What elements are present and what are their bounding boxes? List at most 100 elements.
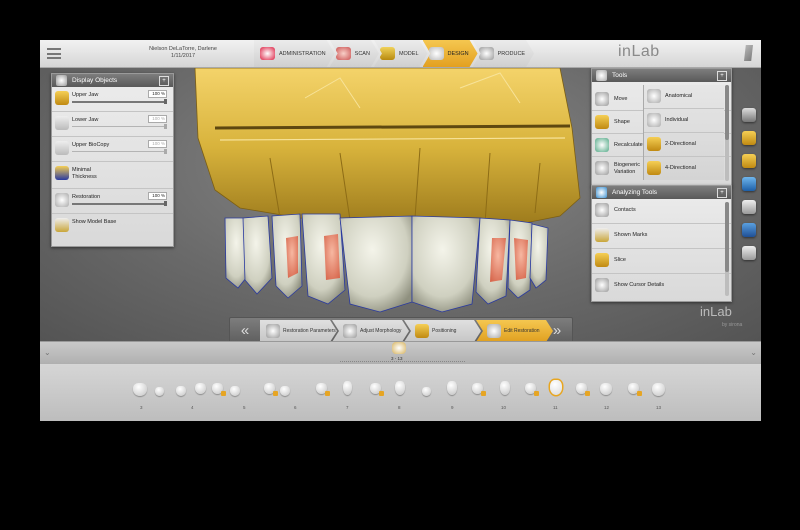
tooth-number: 12 xyxy=(604,405,610,410)
tooth-13-icon[interactable] xyxy=(628,383,642,396)
positioning-icon xyxy=(415,324,429,338)
step-model[interactable]: MODEL xyxy=(374,40,428,67)
display-row-upper-jaw[interactable]: Upper Jaw 100 % xyxy=(52,87,173,112)
opacity-field[interactable]: 100 % xyxy=(148,140,167,148)
restoration-teeth xyxy=(224,213,549,313)
tooth-4b-icon[interactable] xyxy=(195,383,206,394)
upper-biocopy-icon[interactable] xyxy=(55,141,69,155)
model-base-icon[interactable] xyxy=(55,218,69,232)
minimal-thickness-icon[interactable] xyxy=(55,166,69,180)
wizard-next-button[interactable]: » xyxy=(546,321,568,341)
submenu-individual[interactable]: Individual xyxy=(644,109,724,133)
analysis-icon[interactable] xyxy=(742,177,756,191)
tooth-6-icon[interactable] xyxy=(264,383,278,396)
tooth-8-icon[interactable] xyxy=(370,383,384,396)
recalculate-icon xyxy=(595,138,609,152)
edit-tools-icon[interactable] xyxy=(742,131,756,145)
tools-panel: Tools + Move Shape Recalculate Biogeneri… xyxy=(591,68,732,187)
panel-title: Analyzing Tools xyxy=(612,189,658,196)
analyze-shown-marks[interactable]: Shown Marks xyxy=(592,224,731,249)
cursor-details-icon xyxy=(595,278,609,292)
tool-label: Slice xyxy=(614,257,626,263)
display-objects-panel: Display Objects + Upper Jaw 100 % Lower … xyxy=(51,73,174,247)
pin-icon[interactable]: + xyxy=(717,71,727,81)
tooth-3-icon[interactable] xyxy=(133,383,147,396)
pin-icon[interactable]: + xyxy=(717,188,727,198)
wizard-step-positioning[interactable]: Positioning xyxy=(404,320,481,341)
tooth-11b-icon[interactable] xyxy=(525,383,539,396)
tooth-3b-icon[interactable] xyxy=(155,387,164,396)
display-label: Upper BioCopy xyxy=(72,142,110,148)
tooth-7b-icon[interactable] xyxy=(343,381,352,395)
step-label: DESIGN xyxy=(447,50,469,57)
tooth-4c-icon[interactable] xyxy=(212,383,226,396)
tooth-8b-icon[interactable] xyxy=(395,381,405,395)
step-administration[interactable]: ADMINISTRATION xyxy=(254,40,335,67)
tools-scrollbar[interactable] xyxy=(725,85,729,181)
model-tools-icon[interactable] xyxy=(742,200,756,214)
restoration-view-icon[interactable] xyxy=(742,154,756,168)
display-label: Upper Jaw xyxy=(72,92,99,98)
pin-icon[interactable]: + xyxy=(159,76,169,86)
analyze-slice[interactable]: Slice xyxy=(592,249,731,274)
opacity-slider[interactable] xyxy=(72,201,167,206)
opacity-field[interactable]: 100 % xyxy=(148,90,167,98)
display-objects-header: Display Objects + xyxy=(52,74,173,87)
tooth-12-icon[interactable] xyxy=(576,383,590,396)
patient-date: 1/11/2017 xyxy=(170,53,196,59)
opacity-slider[interactable] xyxy=(72,124,167,129)
lower-jaw-icon[interactable] xyxy=(55,116,69,130)
submenu-2-directional[interactable]: 2-Directional xyxy=(644,133,724,157)
catalog-icon[interactable] xyxy=(742,246,756,260)
menu-icon[interactable] xyxy=(47,48,61,59)
analyze-cursor-details[interactable]: Show Cursor Details xyxy=(592,274,731,298)
analyzing-scrollbar[interactable] xyxy=(725,202,729,296)
submenu-anatomical[interactable]: Anatomical xyxy=(644,85,724,109)
tooth-12b-icon[interactable] xyxy=(600,383,612,395)
display-row-restoration[interactable]: Restoration 100 % xyxy=(52,189,173,214)
3d-viewport[interactable]: Display Objects + Upper Jaw 100 % Lower … xyxy=(40,68,761,341)
collapse-left-icon[interactable]: ⌄ xyxy=(44,348,51,357)
tooth-10b-icon[interactable] xyxy=(500,381,510,395)
submenu-4-directional[interactable]: 4-Directional xyxy=(644,157,724,180)
wizard-step-adjust-morphology[interactable]: Adjust Morphology xyxy=(332,320,409,341)
opacity-slider[interactable] xyxy=(72,99,167,104)
display-row-minimal-thickness[interactable]: Minimal Thickness xyxy=(52,162,173,189)
wizard-prev-button[interactable]: « xyxy=(234,321,256,341)
tooth-number: 9 xyxy=(451,405,454,410)
analyzing-tools-header: Analyzing Tools + xyxy=(592,186,731,199)
display-row-lower-jaw[interactable]: Lower Jaw 100 % xyxy=(52,112,173,137)
tooth-10-icon[interactable] xyxy=(472,383,486,396)
display-row-model-base[interactable]: Show Model Base xyxy=(52,214,173,238)
tooth-6b-icon[interactable] xyxy=(280,386,290,396)
tooth-9b-icon[interactable] xyxy=(447,381,457,395)
wizard-step-edit-restoration[interactable]: Edit Restoration xyxy=(476,320,553,341)
view-cube-icon[interactable] xyxy=(742,108,756,122)
tooth-11-selected-icon[interactable] xyxy=(550,380,562,395)
opacity-field[interactable]: 100 % xyxy=(148,192,167,200)
tool-label: Contacts xyxy=(614,207,636,213)
wizard-step-restoration-parameters[interactable]: Restoration Parameters xyxy=(260,320,337,341)
tooth-4-icon[interactable] xyxy=(176,386,186,396)
step-design[interactable]: DESIGN xyxy=(423,40,478,67)
wizard-step-label: Restoration Parameters xyxy=(283,328,336,334)
opacity-slider[interactable] xyxy=(72,149,167,154)
tooth-5-icon[interactable] xyxy=(230,386,240,396)
step-scan[interactable]: SCAN xyxy=(330,40,379,67)
upper-jaw-icon[interactable] xyxy=(55,91,69,105)
step-produce[interactable]: PRODUCE xyxy=(473,40,535,67)
opacity-field[interactable]: 100 % xyxy=(148,115,167,123)
analyze-contacts[interactable]: Contacts xyxy=(592,199,731,224)
tooth-9-icon[interactable] xyxy=(422,387,431,396)
slice-icon xyxy=(595,253,609,267)
display-row-upper-biocopy[interactable]: Upper BioCopy 100 % xyxy=(52,137,173,162)
panel-title: Tools xyxy=(612,72,628,79)
tooth-13b-icon[interactable] xyxy=(652,383,665,396)
restoration-parameters-icon xyxy=(266,324,280,338)
restoration-icon[interactable] xyxy=(55,193,69,207)
produce-icon xyxy=(479,47,494,60)
mesh-icon[interactable] xyxy=(742,223,756,237)
submenu-label: Individual xyxy=(665,117,689,123)
tooth-7-icon[interactable] xyxy=(316,383,330,396)
collapse-right-icon[interactable]: ⌄ xyxy=(750,348,757,357)
